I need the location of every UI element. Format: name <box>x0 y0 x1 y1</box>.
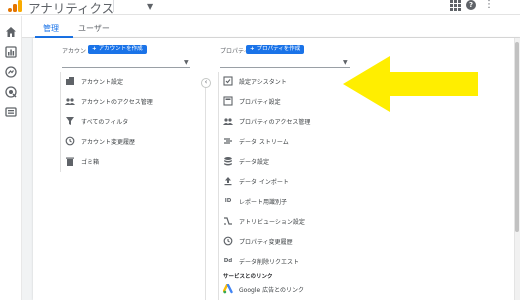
building-icon <box>65 76 75 86</box>
history-icon <box>223 236 233 246</box>
menu-item-label: レポート用識別子 <box>239 198 288 206</box>
analytics-logo-icon[interactable] <box>8 0 24 12</box>
account-menu: アカウント設定 アカウントのアクセス管理 すべてのフィルタ アカウント変更履歴 … <box>60 72 190 172</box>
property-selector[interactable] <box>220 67 350 68</box>
reporting-identity-item[interactable]: ID レポート用識別子 <box>223 192 287 210</box>
people-icon <box>223 116 233 126</box>
topbar-divider <box>113 0 114 12</box>
trash-item[interactable]: ゴミ箱 <box>65 152 99 170</box>
database-icon <box>223 156 233 166</box>
create-account-button[interactable]: + アカウントを作成 <box>88 45 147 54</box>
property-settings-icon <box>223 96 233 106</box>
menu-item-label: アトリビューション設定 <box>239 218 305 226</box>
apps-grid-icon[interactable] <box>450 0 461 11</box>
property-selector-chevron-icon[interactable]: ▼ <box>147 2 153 11</box>
menu-item-label: プロパティのアクセス管理 <box>239 118 311 126</box>
product-links-heading: サービスとのリンク <box>223 274 273 280</box>
column-separator <box>205 85 206 300</box>
home-icon[interactable] <box>5 26 17 38</box>
property-menu: 設定アシスタント プロパティ設定 プロパティのアクセス管理 データ ストリーム … <box>218 72 350 300</box>
account-selector-caret-icon[interactable]: ▼ <box>184 59 189 66</box>
account-selector[interactable] <box>62 67 190 68</box>
data-settings-item[interactable]: データ設定 <box>223 152 269 170</box>
people-icon <box>65 96 75 106</box>
create-property-label: プロパティを作成 <box>256 46 301 52</box>
tab-admin[interactable]: 管理 <box>43 23 59 34</box>
menu-item-label: アカウント設定 <box>81 78 124 86</box>
google-ads-links-item[interactable]: Google 広告とのリンク <box>223 280 304 298</box>
upload-icon <box>223 176 233 186</box>
stream-icon <box>223 136 233 146</box>
menu-item-label: すべてのフィルタ <box>81 118 129 126</box>
help-icon[interactable]: ? <box>466 0 476 10</box>
filter-icon <box>65 116 75 126</box>
property-change-history-item[interactable]: プロパティ変更履歴 <box>223 232 293 250</box>
menu-item-label: アカウントのアクセス管理 <box>81 98 153 106</box>
setup-assistant-item[interactable]: 設定アシスタント <box>223 72 287 90</box>
app-title: アナリティクス <box>28 1 115 16</box>
menu-item-label: プロパティ変更履歴 <box>239 238 293 246</box>
id-icon: ID <box>224 198 232 204</box>
menu-item-label: プロパティ設定 <box>239 98 281 106</box>
menu-item-label: 設定アシスタント <box>239 78 287 86</box>
advertising-icon[interactable] <box>5 86 17 98</box>
left-nav-rail <box>0 16 22 300</box>
page-scrollbar-thumb[interactable] <box>515 42 519 232</box>
menu-item-label: データ インポート <box>239 178 289 186</box>
explore-icon[interactable] <box>5 66 17 78</box>
menu-item-label: データ設定 <box>239 158 270 166</box>
menu-item-label: データ削除リクエスト <box>239 258 300 266</box>
menu-item-label: ゴミ箱 <box>81 158 100 166</box>
create-property-button[interactable]: + プロパティを作成 <box>246 45 305 54</box>
google-ads-icon <box>223 284 233 294</box>
checklist-icon <box>223 76 233 86</box>
history-icon <box>65 136 75 146</box>
trash-icon <box>65 156 75 166</box>
all-filters-item[interactable]: すべてのフィルタ <box>65 112 128 130</box>
data-streams-item[interactable]: データ ストリーム <box>223 132 289 150</box>
data-deletion-requests-item[interactable]: Dd データ削除リクエスト <box>223 252 299 270</box>
data-import-item[interactable]: データ インポート <box>223 172 289 190</box>
plus-icon: + <box>250 46 255 52</box>
attribution-settings-item[interactable]: アトリビューション設定 <box>223 212 305 230</box>
account-access-management-item[interactable]: アカウントのアクセス管理 <box>65 92 153 110</box>
account-settings-item[interactable]: アカウント設定 <box>65 72 123 90</box>
menu-item-label: Google 広告とのリンク <box>239 286 305 294</box>
reports-icon[interactable] <box>5 46 17 58</box>
configure-icon[interactable] <box>5 106 17 118</box>
menu-item-label: データ ストリーム <box>239 138 289 146</box>
account-change-history-item[interactable]: アカウント変更履歴 <box>65 132 135 150</box>
yellow-arrow-annotation <box>343 56 478 112</box>
menu-item-label: アカウント変更履歴 <box>81 138 136 146</box>
create-account-label: アカウントを作成 <box>98 46 143 52</box>
property-settings-item[interactable]: プロパティ設定 <box>223 92 281 110</box>
tab-user[interactable]: ユーザー <box>78 23 110 34</box>
collapse-column-button[interactable]: ‹ <box>201 78 211 88</box>
more-vert-icon[interactable]: ⋮ <box>484 0 494 10</box>
data-delete-icon: Dd <box>223 258 233 264</box>
plus-icon: + <box>92 46 97 52</box>
property-access-management-item[interactable]: プロパティのアクセス管理 <box>223 112 310 130</box>
attribution-icon <box>223 216 233 226</box>
